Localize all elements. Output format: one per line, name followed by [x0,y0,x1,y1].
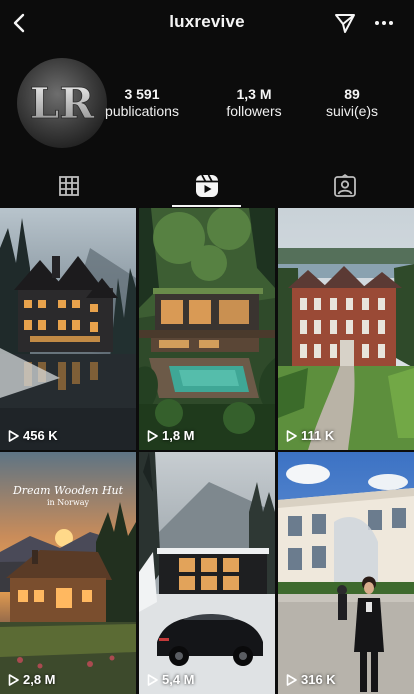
view-count: 5,4 M [147,672,195,687]
play-icon [8,673,19,686]
reel-tile[interactable]: 1,8 M [139,208,275,450]
tab-reels[interactable] [138,164,276,208]
play-icon [286,429,297,442]
reel-overlay-subtitle: in Norway [46,498,90,507]
stat-label: suivi(e)s [325,103,379,119]
profile-tabs [0,164,414,208]
reel-overlay-title: Dream Wooden Hut [12,484,124,497]
more-horizontal-icon [375,21,393,25]
stat-value: 1,3 M [236,86,272,102]
play-icon [8,429,19,442]
view-count-text: 5,4 M [162,672,195,687]
view-count: 1,8 M [147,428,195,443]
reel-thumbnail [278,208,414,450]
active-tab-indicator [172,205,241,207]
reels-icon [196,174,218,197]
play-icon [147,673,158,686]
reel-thumbnail [139,452,275,694]
send-icon [335,14,355,33]
play-icon [147,429,158,442]
chevron-left-icon [13,13,25,33]
more-options-button[interactable] [370,9,398,37]
grid-icon [59,176,79,196]
view-count-text: 456 K [23,428,58,443]
profile-header: LR 3 591 publications 1,3 M followers 89… [0,46,414,158]
reel-tile[interactable]: 5,4 M [139,452,275,694]
top-bar: luxrevive [0,0,414,46]
view-count-text: 2,8 M [23,672,56,687]
view-count: 2,8 M [8,672,56,687]
stat-following[interactable]: 89 suivi(e)s [297,86,407,120]
view-count: 456 K [8,428,58,443]
back-button[interactable] [6,9,34,37]
reel-thumbnail [0,208,136,450]
reel-tile[interactable]: 456 K [0,208,136,450]
stat-followers[interactable]: 1,3 M followers [199,86,309,120]
tab-tagged[interactable] [276,164,414,208]
tab-posts[interactable] [0,164,138,208]
view-count: 316 K [286,672,336,687]
stat-value: 3 591 [124,86,160,102]
stat-publications[interactable]: 3 591 publications [87,86,197,120]
play-icon [286,673,297,686]
view-count-text: 316 K [301,672,336,687]
avatar-initials: LR [30,79,96,128]
reel-tile[interactable]: 316 K [278,452,414,694]
stat-label: publications [105,103,179,119]
reel-tile[interactable]: Dream Wooden Hut in Norway 2,8 M [0,452,136,694]
reels-grid: 456 K 1,8 M 111 K Dream Wooden Hut in No… [0,208,414,694]
stat-label: followers [226,103,282,119]
view-count-text: 1,8 M [162,428,195,443]
stat-value: 89 [344,86,360,102]
reel-tile[interactable]: 111 K [278,208,414,450]
tagged-icon [334,174,356,197]
view-count-text: 111 K [301,428,335,443]
view-count: 111 K [286,428,334,443]
reel-thumbnail [278,452,414,694]
share-button[interactable] [331,9,359,37]
reel-thumbnail [139,208,275,450]
